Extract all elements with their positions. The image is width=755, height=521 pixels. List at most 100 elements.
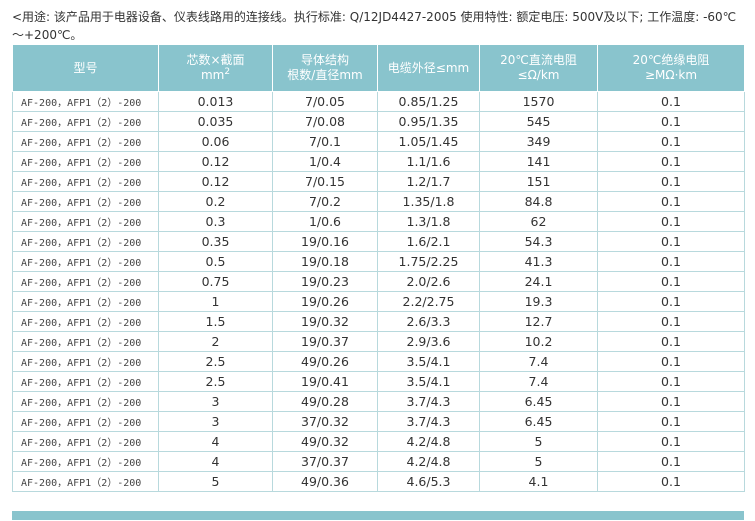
- outer-diameter-cell: 4.2/4.8: [377, 451, 480, 472]
- dc-resistance-cell: 545: [479, 111, 598, 132]
- model-cell: AF-200，AFP1（2）-200: [12, 271, 159, 292]
- header-line: 导体结构: [300, 53, 349, 67]
- conductor-structure-cell: 19/0.26: [272, 291, 378, 312]
- cores-section-cell: 1: [158, 291, 273, 312]
- cores-section-cell: 2: [158, 331, 273, 352]
- insulation-resistance-cell: 0.1: [597, 191, 745, 212]
- conductor-structure-cell: 19/0.32: [272, 311, 378, 332]
- header-subline: 根数/直径mm: [287, 68, 363, 82]
- insulation-resistance-cell: 0.1: [597, 171, 745, 192]
- model-cell: AF-200，AFP1（2）-200: [12, 431, 159, 452]
- outer-diameter-cell: 3.7/4.3: [377, 391, 480, 412]
- cores-section-header: 芯数×截面 mm2: [158, 44, 273, 92]
- model-cell: AF-200，AFP1（2）-200: [12, 391, 159, 412]
- conductor-structure-cell: 37/0.32: [272, 411, 378, 432]
- table-row: AF-200，AFP1（2）-200 0.12 7/0.15 1.2/1.7 151 0.…: [12, 171, 745, 192]
- conductor-structure-cell: 49/0.28: [272, 391, 378, 412]
- outer-diameter-cell: 1.05/1.45: [377, 131, 480, 152]
- table-row: AF-200，AFP1（2）-200 2.5 49/0.26 3.5/4.1 7.4 0.…: [12, 351, 745, 372]
- header-line: 型号: [73, 60, 98, 75]
- dc-resistance-cell: 5: [479, 431, 598, 452]
- conductor-structure-cell: 37/0.37: [272, 451, 378, 472]
- insulation-resistance-cell: 0.1: [597, 391, 745, 412]
- model-cell: AF-200，AFP1（2）-200: [12, 131, 159, 152]
- table-row: AF-200，AFP1（2）-200 1 19/0.26 2.2/2.75 19.3 0.…: [12, 291, 745, 312]
- table-row: AF-200，AFP1（2）-200 4 49/0.32 4.2/4.8 5 0.1: [12, 431, 745, 452]
- insulation-resistance-cell: 0.1: [597, 291, 745, 312]
- dc-resistance-cell: 19.3: [479, 291, 598, 312]
- table-row: AF-200，AFP1（2）-200 0.013 7/0.05 0.85/1.25 15…: [12, 91, 745, 112]
- cores-section-cell: 0.12: [158, 171, 273, 192]
- cores-section-cell: 1.5: [158, 311, 273, 332]
- dc-resistance-cell: 62: [479, 211, 598, 232]
- cores-section-cell: 4: [158, 431, 273, 452]
- outer-diameter-cell: 3.7/4.3: [377, 411, 480, 432]
- conductor-structure-cell: 1/0.4: [272, 151, 378, 172]
- dc-resistance-header: 20℃直流电阻 ≤Ω/km: [479, 44, 598, 92]
- dc-resistance-cell: 5: [479, 451, 598, 472]
- conductor-structure-cell: 19/0.23: [272, 271, 378, 292]
- model-cell: AF-200，AFP1（2）-200: [12, 411, 159, 432]
- header-subline: ≥MΩ·km: [644, 68, 698, 82]
- header-line: 芯数×截面: [186, 53, 245, 67]
- header-superscript: 2: [224, 67, 231, 77]
- insulation-resistance-cell: 0.1: [597, 411, 745, 432]
- header-line: 20℃绝缘电阻: [632, 53, 710, 67]
- outer-diameter-cell: 1.6/2.1: [377, 231, 480, 252]
- outer-diameter-cell: 4.6/5.3: [377, 471, 480, 492]
- dc-resistance-cell: 24.1: [479, 271, 598, 292]
- spec-table: 型号 芯数×截面 mm2 导体结构 根数/直径mm 电缆外径≤mm 20℃直流电阻 ≤Ω/km…: [12, 44, 745, 492]
- table-row: AF-200，AFP1（2）-200 0.2 7/0.2 1.35/1.8 84.8 0.…: [12, 191, 745, 212]
- model-cell: AF-200，AFP1（2）-200: [12, 451, 159, 472]
- insulation-resistance-cell: 0.1: [597, 231, 745, 252]
- cores-section-cell: 2.5: [158, 351, 273, 372]
- table-row: AF-200，AFP1（2）-200 3 37/0.32 3.7/4.3 6.45 0.1: [12, 411, 745, 432]
- dc-resistance-cell: 151: [479, 171, 598, 192]
- outer-diameter-cell: 2.2/2.75: [377, 291, 480, 312]
- insulation-resistance-cell: 0.1: [597, 251, 745, 272]
- conductor-structure-cell: 19/0.37: [272, 331, 378, 352]
- table-row: AF-200，AFP1（2）-200 2.5 19/0.41 3.5/4.1 7.4 0.…: [12, 371, 745, 392]
- header-subline: mm2: [200, 67, 231, 83]
- spec-table-header: 型号 芯数×截面 mm2 导体结构 根数/直径mm 电缆外径≤mm 20℃直流电阻 ≤Ω/km…: [12, 44, 745, 92]
- table-row: AF-200，AFP1（2）-200 4 37/0.37 4.2/4.8 5 0.1: [12, 451, 745, 472]
- cores-section-cell: 3: [158, 391, 273, 412]
- insulation-resistance-cell: 0.1: [597, 271, 745, 292]
- outer-diameter-cell: 1.3/1.8: [377, 211, 480, 232]
- model-cell: AF-200，AFP1（2）-200: [12, 471, 159, 492]
- table-row: AF-200，AFP1（2）-200 0.06 7/0.1 1.05/1.45 349 0…: [12, 131, 745, 152]
- conductor-structure-cell: 7/0.05: [272, 91, 378, 112]
- header-line: 电缆外径≤mm: [387, 60, 470, 75]
- model-cell: AF-200，AFP1（2）-200: [12, 171, 159, 192]
- dc-resistance-cell: 41.3: [479, 251, 598, 272]
- cores-section-cell: 0.12: [158, 151, 273, 172]
- cores-section-cell: 0.5: [158, 251, 273, 272]
- conductor-structure-cell: 19/0.16: [272, 231, 378, 252]
- table-row: AF-200，AFP1（2）-200 0.035 7/0.08 0.95/1.35 54…: [12, 111, 745, 132]
- conductor-structure-cell: 7/0.08: [272, 111, 378, 132]
- model-header: 型号: [12, 44, 159, 92]
- table-row: AF-200，AFP1（2）-200 0.75 19/0.23 2.0/2.6 24.1…: [12, 271, 745, 292]
- outer-diameter-cell: 2.6/3.3: [377, 311, 480, 332]
- model-cell: AF-200，AFP1（2）-200: [12, 111, 159, 132]
- outer-diameter-cell: 3.5/4.1: [377, 371, 480, 392]
- table-row: AF-200，AFP1（2）-200 1.5 19/0.32 2.6/3.3 12.7 0…: [12, 311, 745, 332]
- conductor-structure-cell: 7/0.2: [272, 191, 378, 212]
- cores-section-cell: 5: [158, 471, 273, 492]
- cores-section-cell: 0.35: [158, 231, 273, 252]
- insulation-resistance-cell: 0.1: [597, 311, 745, 332]
- table-row: AF-200，AFP1（2）-200 0.3 1/0.6 1.3/1.8 62 0.1: [12, 211, 745, 232]
- model-cell: AF-200，AFP1（2）-200: [12, 211, 159, 232]
- header-subline: ≤Ω/km: [517, 68, 560, 82]
- insulation-resistance-cell: 0.1: [597, 151, 745, 172]
- outer-diameter-cell: 1.1/1.6: [377, 151, 480, 172]
- conductor-structure-cell: 7/0.1: [272, 131, 378, 152]
- table-row: AF-200，AFP1（2）-200 0.35 19/0.16 1.6/2.1 54.3…: [12, 231, 745, 252]
- outer-diameter-cell: 2.9/3.6: [377, 331, 480, 352]
- model-cell: AF-200，AFP1（2）-200: [12, 191, 159, 212]
- outer-diameter-cell: 1.35/1.8: [377, 191, 480, 212]
- model-cell: AF-200，AFP1（2）-200: [12, 231, 159, 252]
- model-cell: AF-200，AFP1（2）-200: [12, 91, 159, 112]
- table-row: AF-200，AFP1（2）-200 0.12 1/0.4 1.1/1.6 141 0.1: [12, 151, 745, 172]
- table-row: AF-200，AFP1（2）-200 2 19/0.37 2.9/3.6 10.2 0.1: [12, 331, 745, 352]
